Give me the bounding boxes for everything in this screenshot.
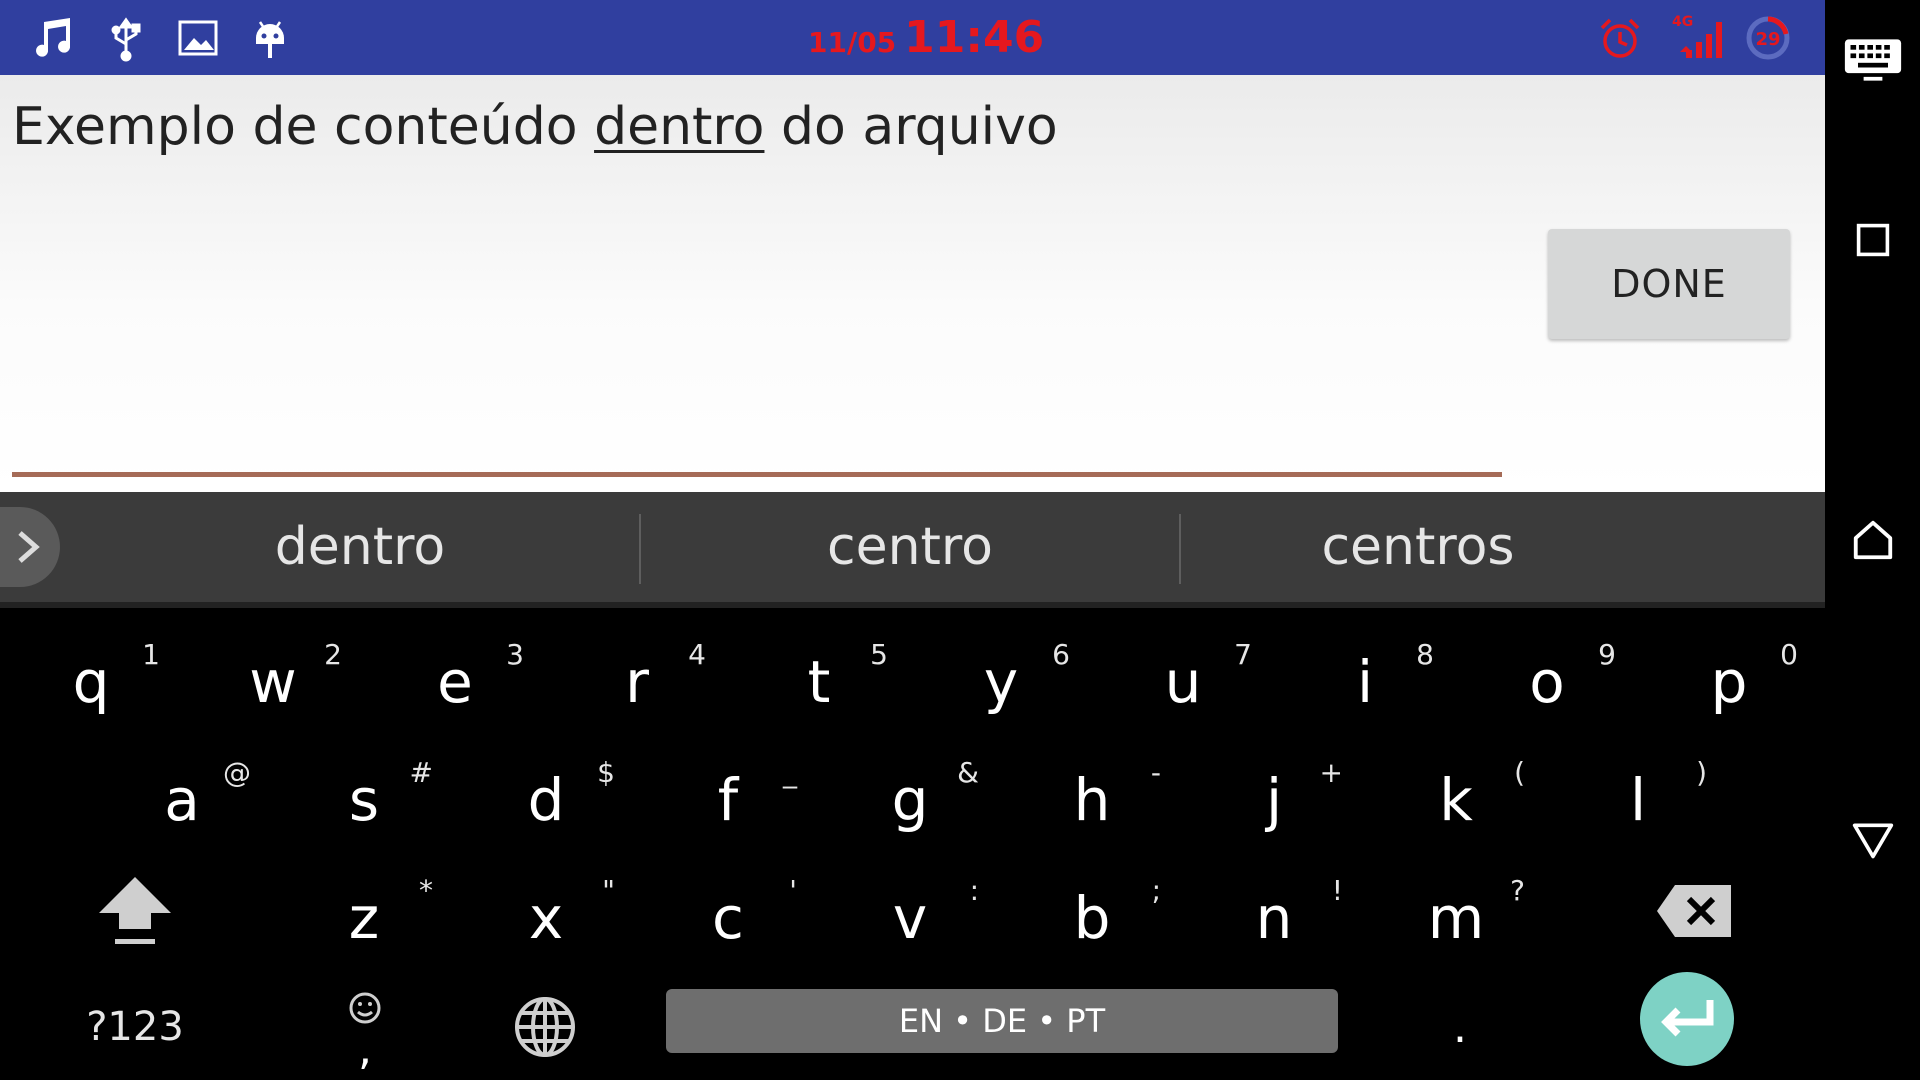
key-h[interactable]: h- (1001, 738, 1183, 848)
status-bar: 11/05 11:46 4G 29 (0, 0, 1825, 75)
key-hint: 1 (142, 638, 160, 671)
key-s[interactable]: s # (273, 738, 455, 848)
key-n[interactable]: n! (1183, 856, 1365, 966)
text-after: do arquivo (764, 97, 1058, 157)
suggestion-1[interactable]: dentro (80, 492, 640, 602)
key-f[interactable]: f _ (637, 738, 819, 848)
backspace-icon (1657, 885, 1731, 937)
battery-icon: 29 (1744, 14, 1792, 62)
signal-4g-icon: 4G (1670, 14, 1730, 62)
status-time: 11:46 (904, 12, 1045, 63)
key-w[interactable]: w2 (182, 620, 364, 730)
key-hint: 5 (870, 638, 888, 671)
alarm-icon (1596, 14, 1644, 62)
key-l[interactable]: l) (1547, 738, 1729, 848)
key-hint: 7 (1234, 638, 1252, 671)
key-u[interactable]: u7 (1092, 620, 1274, 730)
key-v[interactable]: v: (819, 856, 1001, 966)
key-d[interactable]: d $ (455, 738, 637, 848)
key-hint: + (1319, 756, 1343, 789)
key-r[interactable]: r4 (546, 620, 728, 730)
key-hint: : (969, 874, 979, 907)
keyboard-icon[interactable] (1825, 20, 1920, 100)
key-hint: ) (1696, 756, 1707, 789)
key-hint: 4 (688, 638, 706, 671)
shift-arrow-icon (99, 877, 171, 944)
navigation-bar (1825, 0, 1920, 1080)
key-hint: ; (1151, 874, 1161, 907)
home-icon[interactable] (1825, 500, 1920, 580)
usb-icon (102, 14, 150, 62)
key-hint: _ (783, 756, 797, 789)
recents-square-icon[interactable] (1825, 200, 1920, 280)
network-label: 4G (1672, 14, 1693, 30)
key-b[interactable]: b; (1001, 856, 1183, 966)
key-hint: @ (223, 756, 251, 789)
key-hint: ( (1514, 756, 1525, 789)
key-hint: # (409, 756, 433, 789)
key-k[interactable]: k( (1365, 738, 1547, 848)
period-key[interactable]: . (1400, 980, 1520, 1074)
status-date: 11/05 (808, 26, 897, 59)
key-hint: 9 (1598, 638, 1616, 671)
comma-label: , (358, 1024, 372, 1075)
key-hint: ! (1331, 874, 1343, 907)
key-hint: $ (597, 756, 615, 789)
key-hint: & (957, 756, 979, 789)
key-x[interactable]: x " (455, 856, 637, 966)
suggestion-2[interactable]: centro (641, 492, 1179, 602)
shift-key[interactable] (60, 856, 210, 966)
android-icon (246, 14, 294, 62)
key-i[interactable]: i8 (1274, 620, 1456, 730)
key-hint: 8 (1416, 638, 1434, 671)
composing-word: dentro (594, 97, 765, 157)
suggestion-3[interactable]: centros (1181, 492, 1655, 602)
comma-key[interactable]: , (300, 980, 430, 1075)
key-hint: 2 (324, 638, 342, 671)
editor-area[interactable]: Exemplo de conteúdo dentro do arquivo DO… (0, 75, 1825, 492)
key-hint: 6 (1052, 638, 1070, 671)
globe-icon (515, 997, 575, 1057)
key-c[interactable]: c ' (637, 856, 819, 966)
language-key[interactable] (480, 980, 610, 1074)
key-a[interactable]: a @ (91, 738, 273, 848)
key-q[interactable]: q1 (0, 620, 182, 730)
status-clock: 11/05 11:46 (808, 12, 1044, 63)
symbols-key[interactable]: ?123 (60, 980, 210, 1074)
key-e[interactable]: e3 (364, 620, 546, 730)
done-button[interactable]: DONE (1548, 229, 1790, 339)
key-hint: 3 (506, 638, 524, 671)
smiley-icon (349, 992, 381, 1024)
key-y[interactable]: y6 (910, 620, 1092, 730)
key-hint: ? (1510, 874, 1525, 907)
suggestion-strip: dentro centro centros (0, 492, 1825, 602)
key-hint: - (1150, 756, 1161, 789)
backspace-key[interactable] (1620, 856, 1770, 966)
key-hint: * (419, 874, 433, 907)
text-field-underline (12, 472, 1502, 477)
key-p[interactable]: p0 (1638, 620, 1820, 730)
space-bar[interactable]: EN • DE • PT (666, 989, 1338, 1053)
key-m[interactable]: m? (1365, 856, 1547, 966)
text-field[interactable]: Exemplo de conteúdo dentro do arquivo (12, 97, 1058, 157)
key-g[interactable]: g & (819, 738, 1001, 848)
key-hint: " (602, 874, 615, 907)
key-z[interactable]: z * (273, 856, 455, 966)
key-t[interactable]: t5 (728, 620, 910, 730)
key-hint: ' (789, 874, 797, 907)
keyboard: q1 w2 e3 r4 t5 y6 u7 i8 o9 p0 a @ s # d $ f… (0, 608, 1825, 1080)
key-hint: 0 (1780, 638, 1798, 671)
music-note-icon (30, 14, 78, 62)
image-icon (174, 14, 222, 62)
key-j[interactable]: j + (1183, 738, 1365, 848)
text-before: Exemplo de conteúdo (12, 97, 595, 157)
return-arrow-icon (1661, 1000, 1714, 1037)
battery-level: 29 (1755, 29, 1780, 50)
enter-key[interactable] (1640, 972, 1734, 1066)
key-o[interactable]: o9 (1456, 620, 1638, 730)
back-triangle-icon[interactable] (1825, 800, 1920, 880)
chevron-right-icon[interactable] (0, 507, 60, 587)
